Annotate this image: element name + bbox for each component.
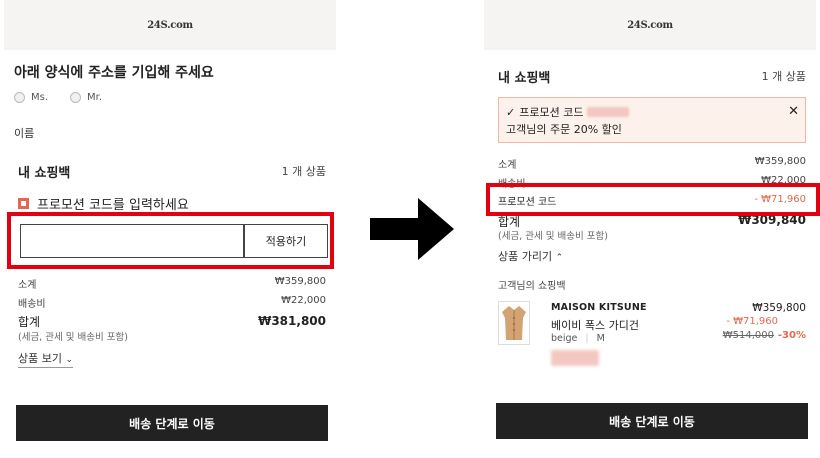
logo[interactable]: 24S.com [627, 20, 673, 31]
product-promo-discount: - ₩71,960 [726, 316, 778, 327]
product-discount-rate: -30% [777, 330, 806, 341]
product-thumbnail[interactable] [498, 301, 530, 345]
product-color: beige [551, 333, 578, 344]
product-price: ₩359,800 [752, 302, 806, 314]
product-variant: beige | M [551, 333, 605, 344]
logo[interactable]: 24S.com [147, 20, 193, 31]
view-products-label: 상품 보기 [18, 352, 62, 365]
highlight-promo-input [7, 212, 334, 269]
chevron-up-icon: ⌃ [555, 253, 564, 263]
promo-code-toggle[interactable]: 프로모션 코드를 입력하세요 [18, 194, 189, 213]
cardigan-image-icon [502, 306, 526, 340]
redacted-code [587, 107, 630, 117]
cart-title: 내 쇼핑백 [498, 71, 551, 86]
proceed-to-shipping-button[interactable]: 배송 단계로 이동 [16, 405, 328, 441]
hide-products-label: 상품 가리기 [498, 250, 553, 263]
shipping-value: ₩22,000 [281, 295, 326, 306]
radio-mr[interactable] [70, 92, 82, 103]
checkout-panel-after: 24S.com 내 쇼핑백 1 개 상품 ✓ 프로모션 코드 고객님의 주문 2… [484, 0, 816, 458]
product-size: M [596, 333, 605, 344]
address-form-title: 아래 양식에 주소를 기입해 주세요 [14, 65, 214, 81]
radio-mr-label: Mr. [87, 92, 103, 103]
product-name[interactable]: 베이비 폭스 가디건 [551, 317, 639, 333]
proceed-to-shipping-button[interactable]: 배송 단계로 이동 [496, 403, 808, 439]
close-icon[interactable]: ✕ [788, 104, 799, 119]
name-field-label: 이름 [14, 127, 35, 140]
promo-toggle-label: 프로모션 코드를 입력하세요 [37, 198, 189, 213]
site-header: 24S.com [4, 0, 336, 50]
cart-title: 내 쇼핑백 [18, 166, 71, 181]
product-original-price: ₩514,000 [722, 330, 774, 341]
redacted-tag [551, 350, 599, 366]
radio-ms[interactable] [14, 92, 25, 103]
promo-applied-banner: ✓ 프로모션 코드 고객님의 주문 20% 할인 ✕ [498, 97, 806, 143]
tax-note: (세금, 관세 및 배송비 포함) [498, 231, 608, 242]
tax-note: (세금, 관세 및 배송비 포함) [18, 332, 128, 343]
bag-section-title: 고객님의 쇼핑백 [498, 281, 566, 292]
check-icon: ✓ [506, 105, 516, 119]
subtotal-label: 소계 [18, 280, 37, 291]
total-label: 합계 [18, 315, 41, 329]
view-products-link[interactable]: 상품 보기 ⌄ [18, 350, 74, 368]
chevron-down-icon: ⌄ [65, 355, 74, 365]
promo-discount-desc: 고객님의 주문 20% 할인 [506, 123, 622, 136]
product-brand: MAISON KITSUNE [551, 302, 647, 313]
highlight-promo-discount [486, 183, 820, 216]
arrow-right-icon [370, 198, 454, 260]
promo-applied-label: 프로모션 코드 [519, 106, 584, 119]
radio-ms-label: Ms. [31, 92, 49, 103]
subtotal-label: 소계 [498, 160, 517, 171]
title-radio-group: Ms. Mr. [14, 92, 102, 103]
shipping-label: 배송비 [18, 299, 46, 310]
subtotal-value: ₩359,800 [754, 156, 806, 167]
site-header: 24S.com [484, 0, 816, 50]
promo-checkbox[interactable] [18, 198, 29, 209]
cart-count: 1 개 상품 [761, 70, 806, 83]
subtotal-value: ₩359,800 [274, 276, 326, 287]
hide-products-link[interactable]: 상품 가리기 ⌃ [498, 248, 563, 264]
total-value: ₩381,800 [258, 314, 326, 328]
promo-applied-row: ✓ 프로모션 코드 [506, 104, 630, 120]
cart-count: 1 개 상품 [281, 165, 326, 178]
